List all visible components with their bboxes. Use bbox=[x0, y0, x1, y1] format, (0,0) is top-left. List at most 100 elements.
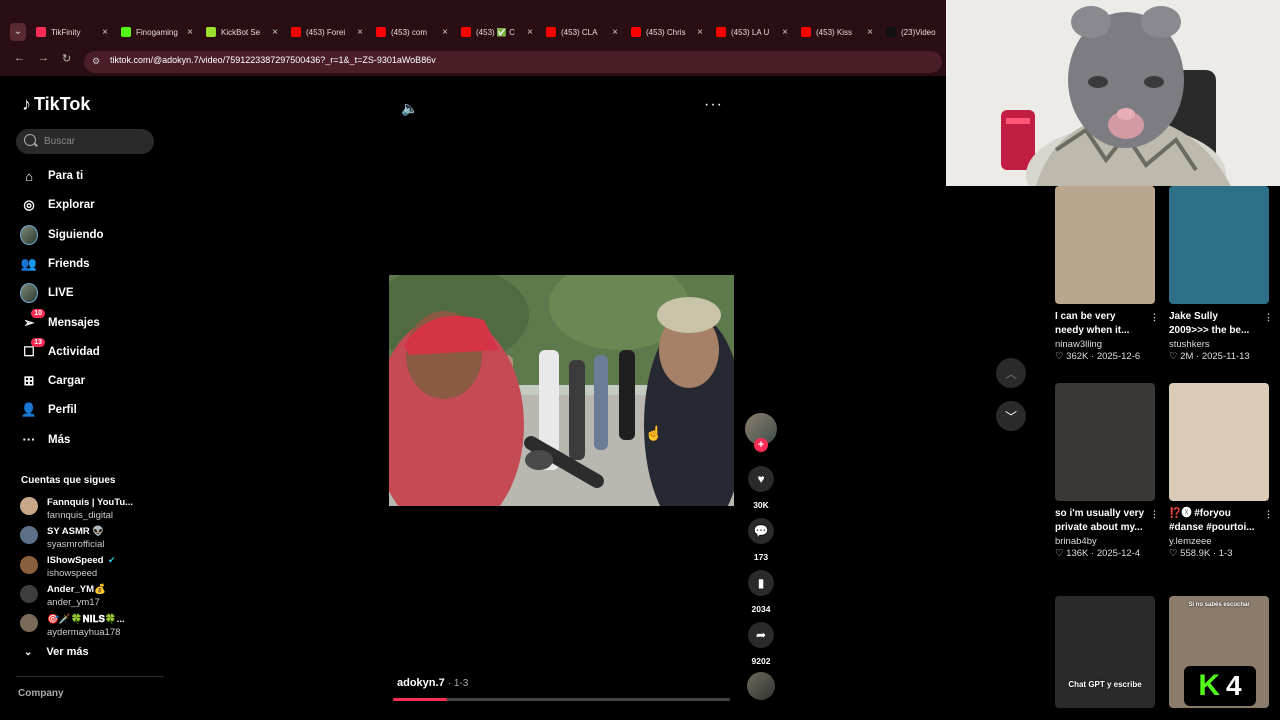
account-handle: syasmrofficial bbox=[47, 538, 105, 550]
see-more-button[interactable]: ⌄ Ver más bbox=[24, 646, 89, 658]
followed-account[interactable]: SY ASMR 👽 syasmrofficial bbox=[20, 523, 105, 550]
browser-tab[interactable]: (23)Video bbox=[886, 23, 941, 41]
chevron-up-icon: ︿ bbox=[1004, 366, 1017, 381]
recommended-video-card[interactable]: ⋮ Jake Sully 2009>>> the be... stushkers ♡ 2… bbox=[1169, 186, 1273, 362]
following-title: Cuentas que sigues bbox=[21, 475, 116, 486]
video-like-count: 136K bbox=[1066, 548, 1089, 559]
sidebar-item-friends[interactable]: 👥 Friends bbox=[20, 253, 90, 275]
more-options-icon[interactable]: ⋮ bbox=[1150, 310, 1159, 324]
close-icon[interactable]: × bbox=[523, 27, 533, 38]
profile-icon: 👤 bbox=[20, 402, 38, 418]
video-thumbnail[interactable] bbox=[1055, 383, 1155, 501]
search-icon bbox=[24, 134, 36, 146]
reload-icon[interactable]: ↻ bbox=[62, 52, 71, 65]
browser-tab[interactable]: (453) CLA × bbox=[546, 23, 618, 41]
chevron-down-icon[interactable]: ⌄ bbox=[10, 23, 26, 41]
avatar bbox=[20, 584, 38, 603]
browser-tab[interactable]: TikFinity × bbox=[36, 23, 108, 41]
video-thumbnail[interactable] bbox=[1055, 186, 1155, 304]
url-field[interactable]: ⚙ tiktok.com/@adokyn.7/video/75912233872… bbox=[84, 51, 942, 73]
search-input[interactable] bbox=[42, 133, 150, 149]
followed-account[interactable]: IShowSpeed ✔ ishowspeed bbox=[20, 553, 115, 579]
save-count: 2034 bbox=[751, 604, 771, 614]
next-video-button[interactable]: ﹀ bbox=[996, 401, 1026, 431]
followed-account[interactable]: Ander_YM💰 ander_ym17 bbox=[20, 582, 106, 609]
sidebar-item-cargar[interactable]: ⊞ Cargar bbox=[20, 370, 86, 392]
site-info-icon[interactable]: ⚙ bbox=[92, 56, 100, 67]
sidebar-item-para-ti[interactable]: ⌂ Para ti bbox=[20, 165, 83, 187]
sidebar-item-siguiendo[interactable]: Siguiendo bbox=[20, 224, 104, 246]
close-icon[interactable]: × bbox=[98, 27, 108, 38]
creator-username[interactable]: adokyn.7 bbox=[397, 677, 445, 689]
video-thumbnail[interactable] bbox=[1169, 383, 1269, 501]
url-text: tiktok.com/@adokyn.7/video/7591223387297… bbox=[110, 55, 436, 65]
video-player[interactable] bbox=[389, 275, 734, 506]
sidebar-item-live[interactable]: LIVE bbox=[20, 282, 74, 304]
browser-tab[interactable]: Finogaming × bbox=[121, 23, 193, 41]
followed-account[interactable]: 🎯🗡️🍀𝐍𝐈𝐋𝐒🍀... aydermayhua178 bbox=[20, 611, 125, 638]
account-name: IShowSpeed bbox=[47, 555, 104, 567]
hand-cursor-icon: ☝ bbox=[645, 425, 663, 441]
more-options-icon[interactable]: ⋮ bbox=[1264, 507, 1273, 521]
close-icon[interactable]: × bbox=[693, 27, 703, 38]
video-progress-bar[interactable] bbox=[393, 698, 730, 701]
search-bar[interactable] bbox=[16, 129, 154, 154]
sidebar-item-actividad[interactable]: ☐ 13 Actividad bbox=[20, 337, 100, 363]
comment-button[interactable]: 💬 bbox=[748, 518, 774, 544]
video-progress-fill bbox=[393, 698, 447, 701]
browser-tab[interactable]: (453) ✅ C × bbox=[461, 23, 533, 41]
video-thumbnail[interactable]: Chat GPT y escribe bbox=[1055, 596, 1155, 708]
tiktok-logo[interactable]: ♪ TikTok bbox=[22, 94, 90, 115]
see-more-label: Ver más bbox=[46, 646, 89, 658]
like-button[interactable]: ♥ bbox=[748, 466, 774, 492]
sidebar-item-label: Para ti bbox=[48, 170, 84, 182]
browser-tab[interactable]: (453) LA U × bbox=[716, 23, 788, 41]
more-options-icon[interactable]: ··· bbox=[704, 96, 723, 114]
sidebar-item-perfil[interactable]: 👤 Perfil bbox=[20, 399, 77, 421]
save-button[interactable]: ▮ bbox=[748, 570, 774, 596]
tab-favicon-icon bbox=[36, 27, 46, 37]
account-handle: ander_ym17 bbox=[47, 597, 100, 609]
previous-video-button[interactable]: ︿ bbox=[996, 358, 1026, 388]
close-icon[interactable]: × bbox=[438, 27, 448, 38]
music-disc-avatar[interactable] bbox=[747, 672, 775, 700]
sidebar-item-mensajes[interactable]: ➢ 10 Mensajes bbox=[20, 308, 100, 334]
footer-company-link[interactable]: Company bbox=[18, 688, 64, 699]
video-caption-line: private about my... bbox=[1055, 522, 1143, 533]
follow-plus-icon[interactable]: + bbox=[754, 438, 768, 452]
sidebar-item-label: Siguiendo bbox=[48, 228, 104, 241]
share-count: 9202 bbox=[751, 656, 771, 666]
sidebar-item-label: Mensajes bbox=[48, 316, 100, 329]
tiktok-logo-text: TikTok bbox=[34, 94, 91, 114]
followed-account[interactable]: Fannquis | YouTu... fannquis_digital bbox=[20, 494, 133, 521]
avatar bbox=[20, 614, 38, 633]
share-button[interactable]: ➦ bbox=[748, 622, 774, 648]
close-icon[interactable]: × bbox=[353, 27, 363, 38]
close-icon[interactable]: × bbox=[608, 27, 618, 38]
sidebar-item-ms[interactable]: ··· Más bbox=[20, 429, 71, 451]
close-icon[interactable]: × bbox=[268, 27, 278, 38]
recommended-video-card[interactable]: ⋮ ⁉️🅧 #foryou #danse #pourtoi... y.lemzeee ♡… bbox=[1169, 383, 1273, 559]
close-icon[interactable]: × bbox=[778, 27, 788, 38]
video-thumbnail[interactable] bbox=[1169, 186, 1269, 304]
forward-icon[interactable]: → bbox=[38, 52, 49, 64]
recommended-video-card[interactable]: Chat GPT y escribe bbox=[1055, 596, 1155, 708]
sidebar-item-explorar[interactable]: ◎ Explorar bbox=[20, 194, 94, 216]
recommended-video-card[interactable]: ⋮ I can be very needy when it... ninaw3llin… bbox=[1055, 186, 1159, 362]
back-icon[interactable]: ← bbox=[14, 52, 25, 64]
browser-tab[interactable]: (453) Kiss × bbox=[801, 23, 873, 41]
more-options-icon[interactable]: ⋮ bbox=[1150, 507, 1159, 521]
recommended-video-card[interactable]: ⋮ so i'm usually very private about my... b… bbox=[1055, 383, 1159, 559]
video-caption-line: 2009>>> the be... bbox=[1169, 325, 1250, 336]
close-icon[interactable]: × bbox=[183, 27, 193, 38]
close-icon[interactable]: × bbox=[863, 27, 873, 38]
browser-tab[interactable]: (453) Forei × bbox=[291, 23, 363, 41]
friends-icon: 👥 bbox=[20, 255, 38, 271]
tab-title: Finogaming bbox=[136, 27, 178, 37]
volume-icon[interactable]: 🔈 bbox=[401, 100, 418, 117]
browser-tab[interactable]: (453) com × bbox=[376, 23, 448, 41]
tab-title: (453) Forei bbox=[306, 27, 346, 37]
more-options-icon[interactable]: ⋮ bbox=[1264, 310, 1273, 324]
browser-tab[interactable]: KickBot Se × bbox=[206, 23, 278, 41]
browser-tab[interactable]: (453) Chris × bbox=[631, 23, 703, 41]
